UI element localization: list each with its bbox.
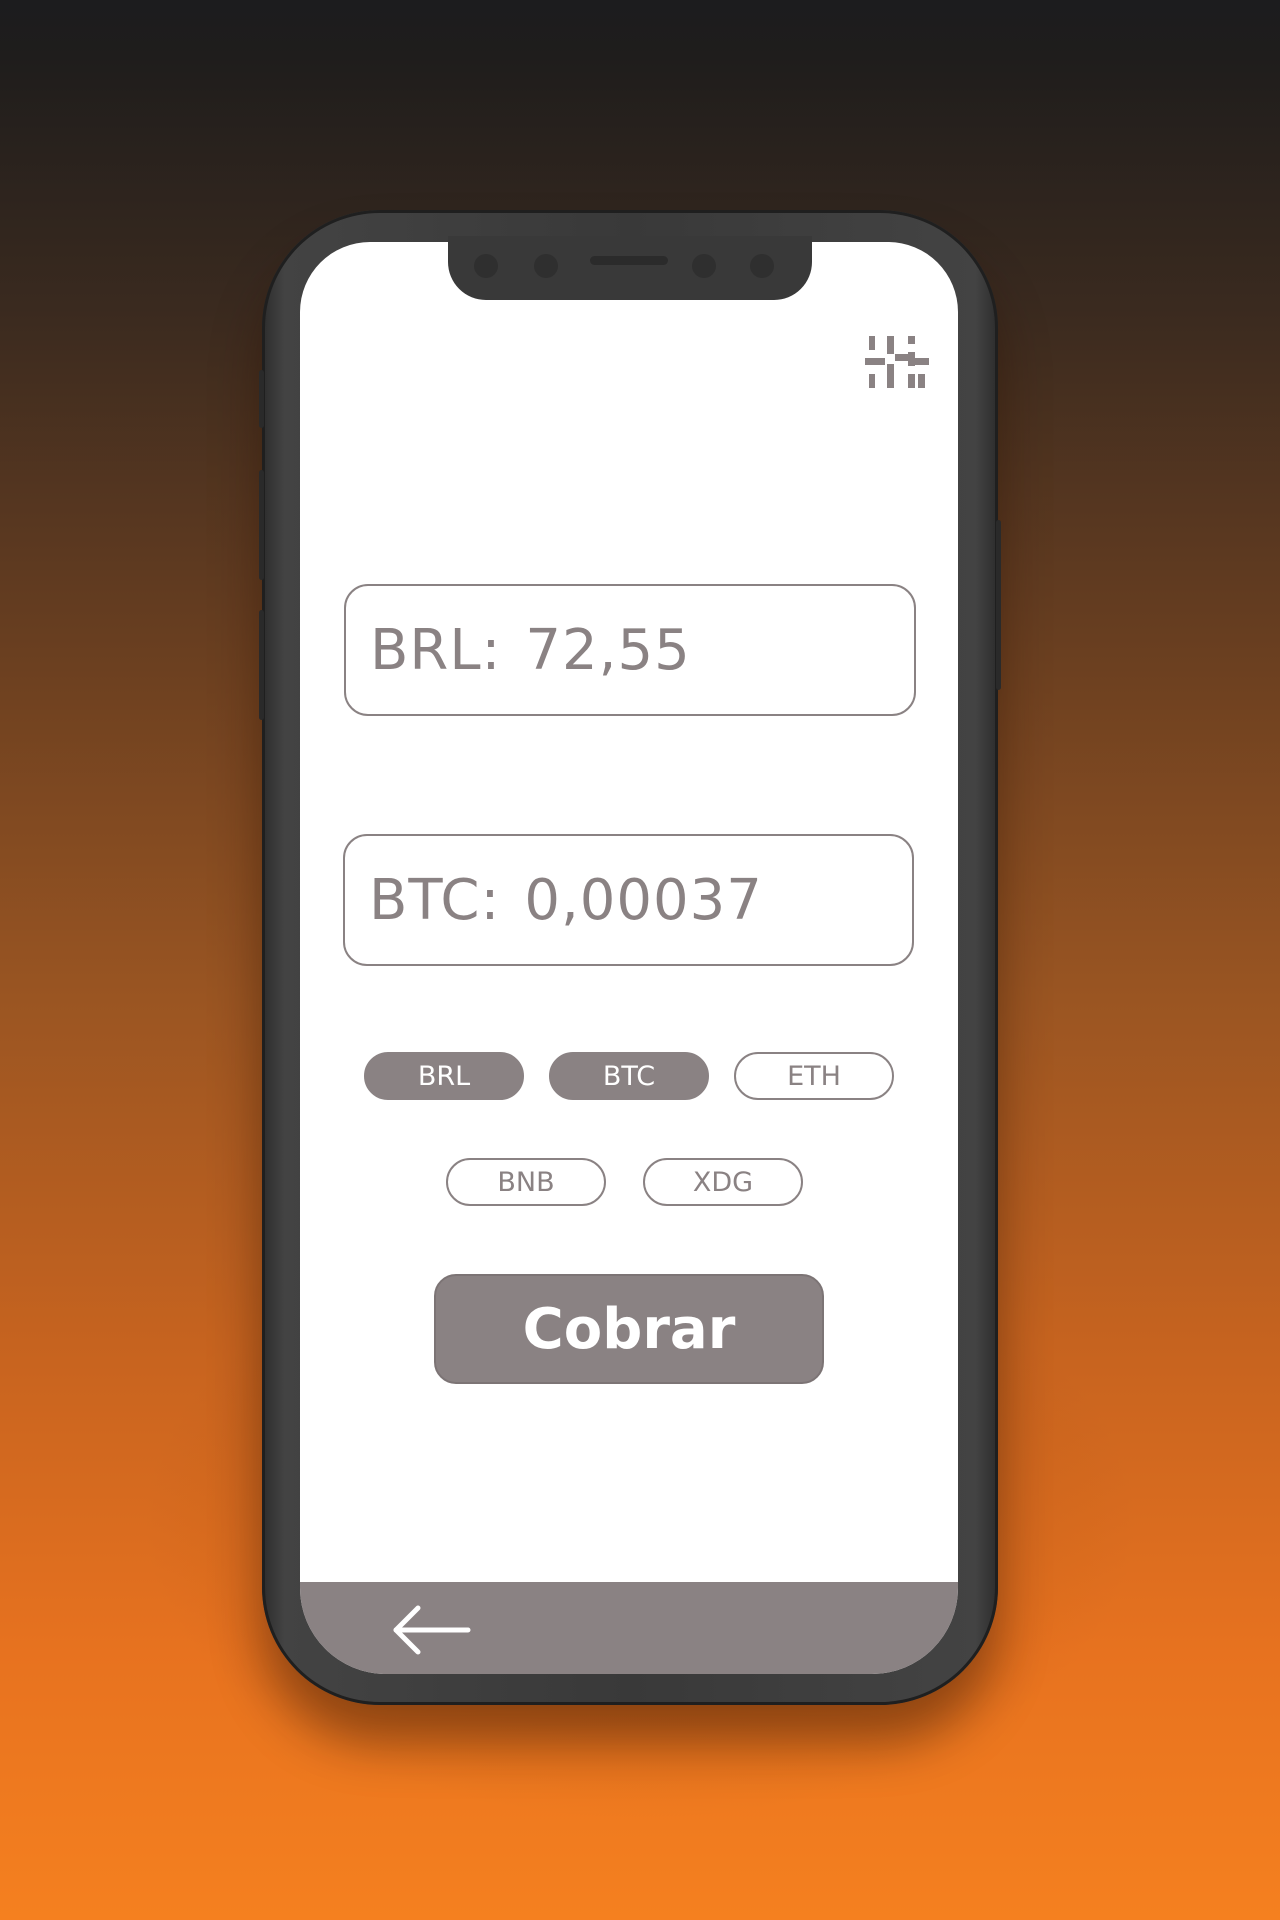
volume-down-button: [259, 610, 264, 720]
btc-field-value: 0,00037: [524, 867, 763, 933]
notch: [448, 236, 812, 300]
sliders-icon[interactable]: [865, 332, 929, 392]
camera-dot: [750, 254, 774, 278]
charge-button[interactable]: Cobrar: [434, 1274, 824, 1384]
volume-up-button: [259, 470, 264, 580]
mute-switch: [259, 370, 264, 428]
sensor-dot: [534, 254, 558, 278]
brl-field-value: 72,55: [525, 617, 691, 683]
arrow-left-icon[interactable]: [392, 1604, 472, 1656]
currency-chip-eth[interactable]: ETH: [734, 1052, 894, 1100]
earpiece-speaker: [590, 256, 668, 265]
power-button: [996, 520, 1001, 690]
currency-chip-brl[interactable]: BRL: [364, 1052, 524, 1100]
btc-field-label: BTC:: [369, 867, 501, 933]
brl-amount-field[interactable]: BRL: 72,55: [344, 584, 916, 716]
currency-chip-xdg[interactable]: XDG: [643, 1158, 803, 1206]
currency-chip-bnb[interactable]: BNB: [446, 1158, 606, 1206]
brl-field-label: BRL:: [370, 617, 502, 683]
currency-chip-btc[interactable]: BTC: [549, 1052, 709, 1100]
btc-amount-field[interactable]: BTC: 0,00037: [343, 834, 914, 966]
sensor-dot: [474, 254, 498, 278]
sensor-dot: [692, 254, 716, 278]
